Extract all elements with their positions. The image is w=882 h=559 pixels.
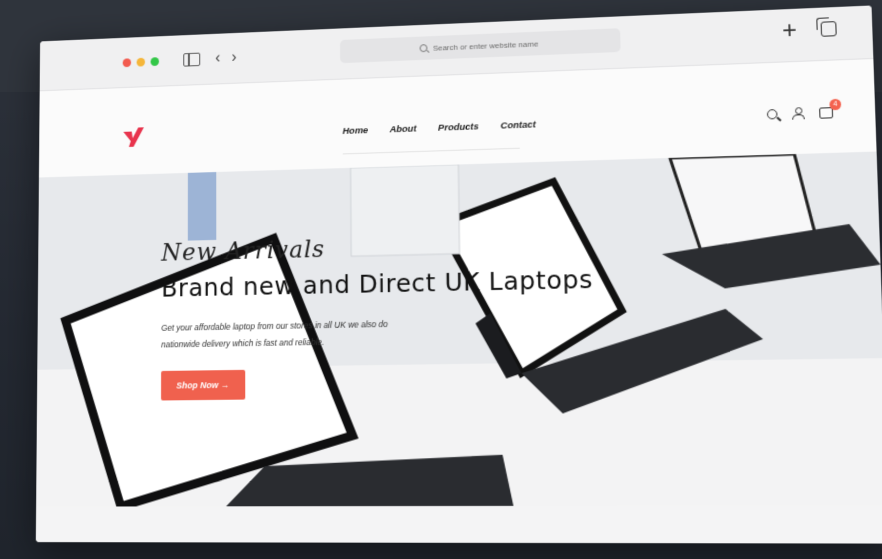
hero-banner: New Arrivals Brand new and Direct UK Lap… bbox=[36, 151, 882, 507]
hero-content: New Arrivals Brand new and Direct UK Lap… bbox=[161, 229, 595, 401]
hero-title: Brand new and Direct UK Laptops bbox=[161, 264, 594, 303]
search-icon[interactable] bbox=[766, 108, 778, 120]
new-tab-icon[interactable]: + bbox=[782, 17, 797, 45]
nav-products[interactable]: Products bbox=[438, 121, 479, 133]
nav-about[interactable]: About bbox=[390, 124, 417, 136]
forward-arrow-icon[interactable]: › bbox=[232, 49, 237, 65]
user-icon[interactable] bbox=[792, 107, 805, 120]
search-icon bbox=[419, 44, 428, 53]
nav-contact[interactable]: Contact bbox=[500, 119, 535, 131]
window-controls bbox=[122, 56, 159, 67]
cart-icon[interactable]: 4 bbox=[819, 98, 842, 119]
hero-description: Get your affordable laptop from our stor… bbox=[161, 318, 388, 350]
browser-window: ‹ › Search or enter website name + Home … bbox=[35, 5, 882, 544]
back-arrow-icon[interactable]: ‹ bbox=[215, 50, 220, 66]
shop-now-button[interactable]: Shop Now → bbox=[161, 369, 245, 401]
close-window-button[interactable] bbox=[122, 57, 132, 67]
main-nav: Home About Products Contact bbox=[343, 119, 536, 136]
minimize-window-button[interactable] bbox=[136, 57, 146, 67]
tab-overview-icon[interactable] bbox=[820, 21, 837, 37]
header-actions: 4 bbox=[766, 98, 842, 120]
cart-count-badge: 4 bbox=[829, 98, 842, 111]
brand-logo-icon[interactable] bbox=[122, 125, 144, 149]
nav-divider bbox=[342, 147, 520, 155]
address-bar[interactable]: Search or enter website name bbox=[339, 28, 621, 64]
maximize-window-button[interactable] bbox=[150, 56, 159, 66]
address-placeholder: Search or enter website name bbox=[432, 39, 539, 53]
sidebar-toggle-icon[interactable] bbox=[183, 52, 201, 67]
page-bottom-strip bbox=[35, 505, 882, 544]
nav-home[interactable]: Home bbox=[343, 125, 369, 137]
